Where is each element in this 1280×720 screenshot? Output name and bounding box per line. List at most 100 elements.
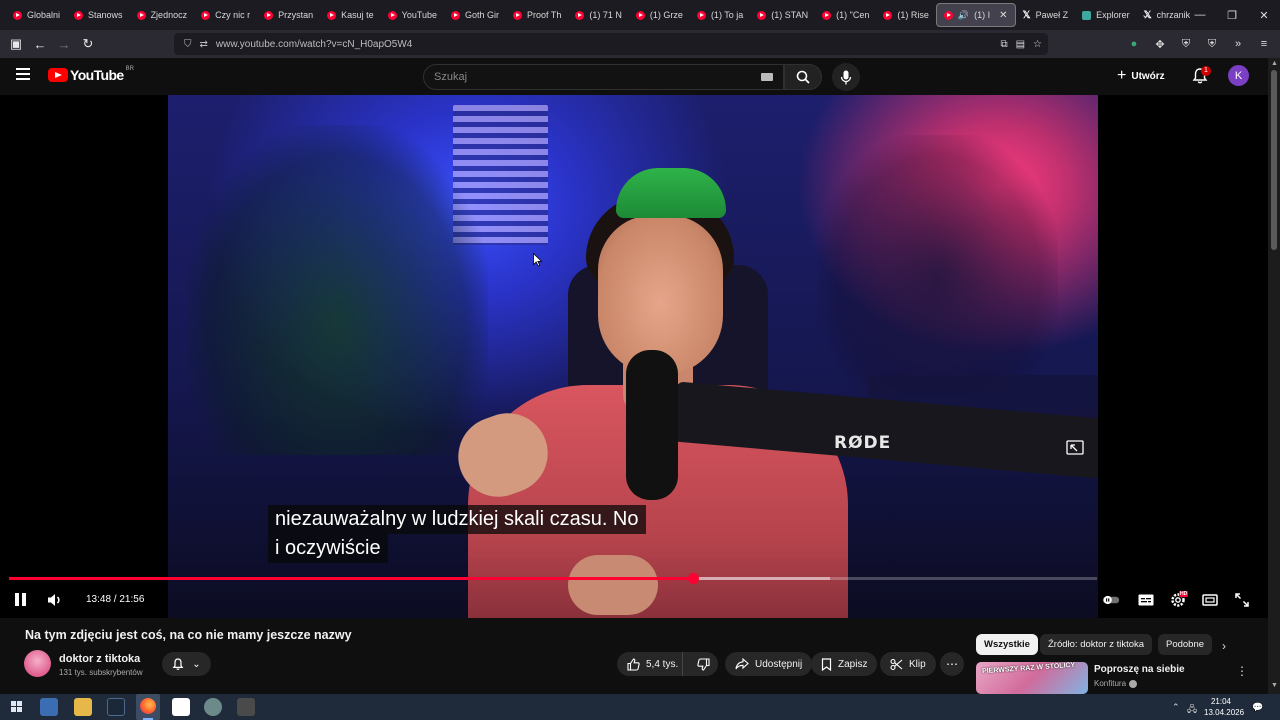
share-button[interactable]: Udostępnij [725, 652, 813, 676]
save-button[interactable]: Zapisz [811, 652, 878, 676]
account-avatar[interactable]: K [1228, 65, 1249, 86]
browser-tab[interactable]: Stanows [67, 4, 130, 26]
network-icon[interactable]: 🖧 [1187, 702, 1197, 718]
video-player[interactable]: RØDE niezauważalny w ludzkiej skali czas… [0, 95, 1268, 618]
browser-tab[interactable]: Zjednocz [130, 4, 195, 26]
scrollbar-thumb[interactable] [1271, 70, 1277, 250]
youtube-icon [575, 10, 585, 20]
globe-app-icon[interactable] [204, 698, 222, 716]
extensions-icon[interactable]: ✥ [1152, 38, 1168, 51]
notification-center-icon[interactable]: 💬 [1252, 702, 1263, 713]
browser-tab[interactable]: Czy nic r [194, 4, 257, 26]
browser-tab[interactable]: (1) To ja [690, 4, 750, 26]
overflow-chevron-icon[interactable]: » [1230, 38, 1246, 50]
search-button[interactable] [784, 64, 822, 90]
file-explorer-icon[interactable] [74, 698, 92, 716]
privacy-icon[interactable]: ⛨ [1204, 38, 1220, 51]
chip-all[interactable]: Wszystkie [976, 634, 1038, 655]
speaker-icon[interactable]: 🔊 [958, 10, 969, 21]
notion-icon[interactable] [172, 698, 190, 716]
browser-tab[interactable]: Goth Gir [444, 4, 506, 26]
search-input[interactable]: Szukaj [423, 64, 784, 90]
clip-button[interactable]: Klip [880, 652, 936, 676]
voice-search-button[interactable] [832, 63, 860, 91]
tab-list: Globalni Stanows Zjednocz Czy nic r Przy… [0, 3, 1197, 27]
tab-label: Globalni [27, 10, 61, 20]
browser-tab[interactable]: Przystan [257, 4, 320, 26]
browser-tab[interactable]: Globalni [6, 4, 67, 26]
browser-tab[interactable]: (1) Grze [629, 4, 690, 26]
menu-icon[interactable]: ≡ [1256, 38, 1272, 50]
scroll-up-icon[interactable]: ▲ [1271, 60, 1278, 67]
ublock-icon[interactable]: ⛨ [1178, 38, 1194, 51]
steam-icon[interactable] [107, 698, 125, 716]
browser-tab[interactable]: (1) "Cen [815, 4, 876, 26]
subscription-notifications-button[interactable]: ⌄ [162, 652, 211, 676]
youtube-logo[interactable]: YouTube BR [48, 66, 134, 83]
browser-tab[interactable]: Proof Th [506, 4, 568, 26]
url-bar[interactable]: ⛉ ⇄ www.youtube.com/watch?v=cN_H0apO5W4 … [174, 33, 1048, 55]
browser-tab[interactable]: YouTube [381, 4, 444, 26]
page-scrollbar[interactable]: ▲ ▼ [1268, 58, 1280, 694]
chevron-right-icon[interactable]: › [1222, 639, 1226, 653]
autoplay-toggle[interactable] [1102, 591, 1120, 609]
recommended-video-title[interactable]: Poproszę na siebie [1094, 664, 1185, 675]
plant-right [818, 135, 1058, 395]
recommended-video-thumbnail[interactable]: PIERWSZY RAZ W STOLICY [976, 662, 1088, 694]
bookmark-star-icon[interactable]: ☆ [1033, 39, 1042, 50]
close-window-icon[interactable]: ✕ [1248, 0, 1280, 30]
chip-related[interactable]: Podobne [1158, 634, 1213, 655]
windows-start-icon[interactable] [9, 698, 27, 716]
taskbar-active-app[interactable] [136, 694, 160, 720]
scroll-down-icon[interactable]: ▼ [1271, 682, 1278, 689]
subtitles-button[interactable] [1137, 591, 1155, 609]
restore-icon[interactable]: ❐ [1216, 0, 1248, 30]
browser-tab[interactable]: (1) Rise [876, 4, 936, 26]
reload-icon[interactable]: ↻ [76, 32, 100, 56]
channel-name[interactable]: doktor z tiktoka [59, 653, 140, 665]
theater-mode-button[interactable] [1201, 591, 1219, 609]
plant-left [188, 125, 488, 455]
keyboard-icon[interactable] [761, 73, 773, 81]
browser-tab[interactable]: Explorer [1075, 4, 1137, 26]
shield-icon[interactable]: ⛉ [184, 39, 192, 50]
browser-tab[interactable]: 𝕏 Paweł Z [1016, 4, 1076, 26]
sidebar-toggle-icon[interactable]: ▣ [4, 32, 28, 56]
browser-tab[interactable]: (1) STAN [750, 4, 815, 26]
browser-tab[interactable]: Kasuj te [320, 4, 381, 26]
permissions-icon[interactable]: ⇄ [200, 39, 208, 50]
more-actions-icon[interactable]: ⋯ [940, 652, 964, 676]
youtube-icon [943, 10, 953, 20]
create-button[interactable]: + Utwórz [1117, 66, 1165, 86]
fullscreen-button[interactable] [1233, 591, 1251, 609]
dislike-button[interactable] [689, 652, 718, 676]
hamburger-menu-icon[interactable] [16, 68, 30, 80]
vpn-shield-icon[interactable]: ● [1126, 38, 1142, 50]
forward-arrow-icon[interactable]: → [52, 32, 76, 56]
channel-avatar[interactable] [24, 650, 51, 677]
reader-view-icon[interactable]: ▤ [1016, 39, 1025, 50]
picture-in-picture-icon[interactable]: ⧉ [1000, 39, 1007, 50]
tray-chevron-icon[interactable]: ⌃ [1172, 702, 1180, 713]
like-button[interactable]: 5,4 tys. [617, 652, 684, 676]
url-actions: ⧉ ▤ ☆ [1000, 39, 1042, 50]
volume-icon[interactable] [46, 592, 64, 608]
mic-brand-logo: RØDE [834, 433, 892, 453]
calculator-icon[interactable] [237, 698, 255, 716]
miniplayer-icon[interactable] [1066, 440, 1084, 456]
minimize-icon[interactable]: — [1184, 0, 1216, 30]
settings-button[interactable]: HD [1169, 591, 1189, 609]
more-vertical-icon[interactable]: ⋮ [1236, 664, 1248, 678]
taskbar-clock[interactable]: 21:04 13.04.2026 [1204, 696, 1244, 718]
browser-tab[interactable]: (1) 71 N [568, 4, 629, 26]
x-icon: 𝕏 [1022, 9, 1031, 21]
browser-tab-active[interactable]: 🔊 (1) I ✕ [935, 3, 1016, 27]
remote-desktop-icon[interactable] [40, 698, 58, 716]
progress-bar[interactable] [9, 573, 1097, 584]
close-tab-icon[interactable]: ✕ [999, 10, 1007, 21]
pause-button[interactable] [14, 593, 28, 607]
chip-from-channel[interactable]: Źródło: doktor z tiktoka [1040, 634, 1153, 655]
back-arrow-icon[interactable]: ← [28, 32, 52, 56]
chevron-down-icon[interactable]: ⌄ [1141, 8, 1150, 21]
recommended-video-channel[interactable]: Konfitura [1094, 679, 1138, 688]
